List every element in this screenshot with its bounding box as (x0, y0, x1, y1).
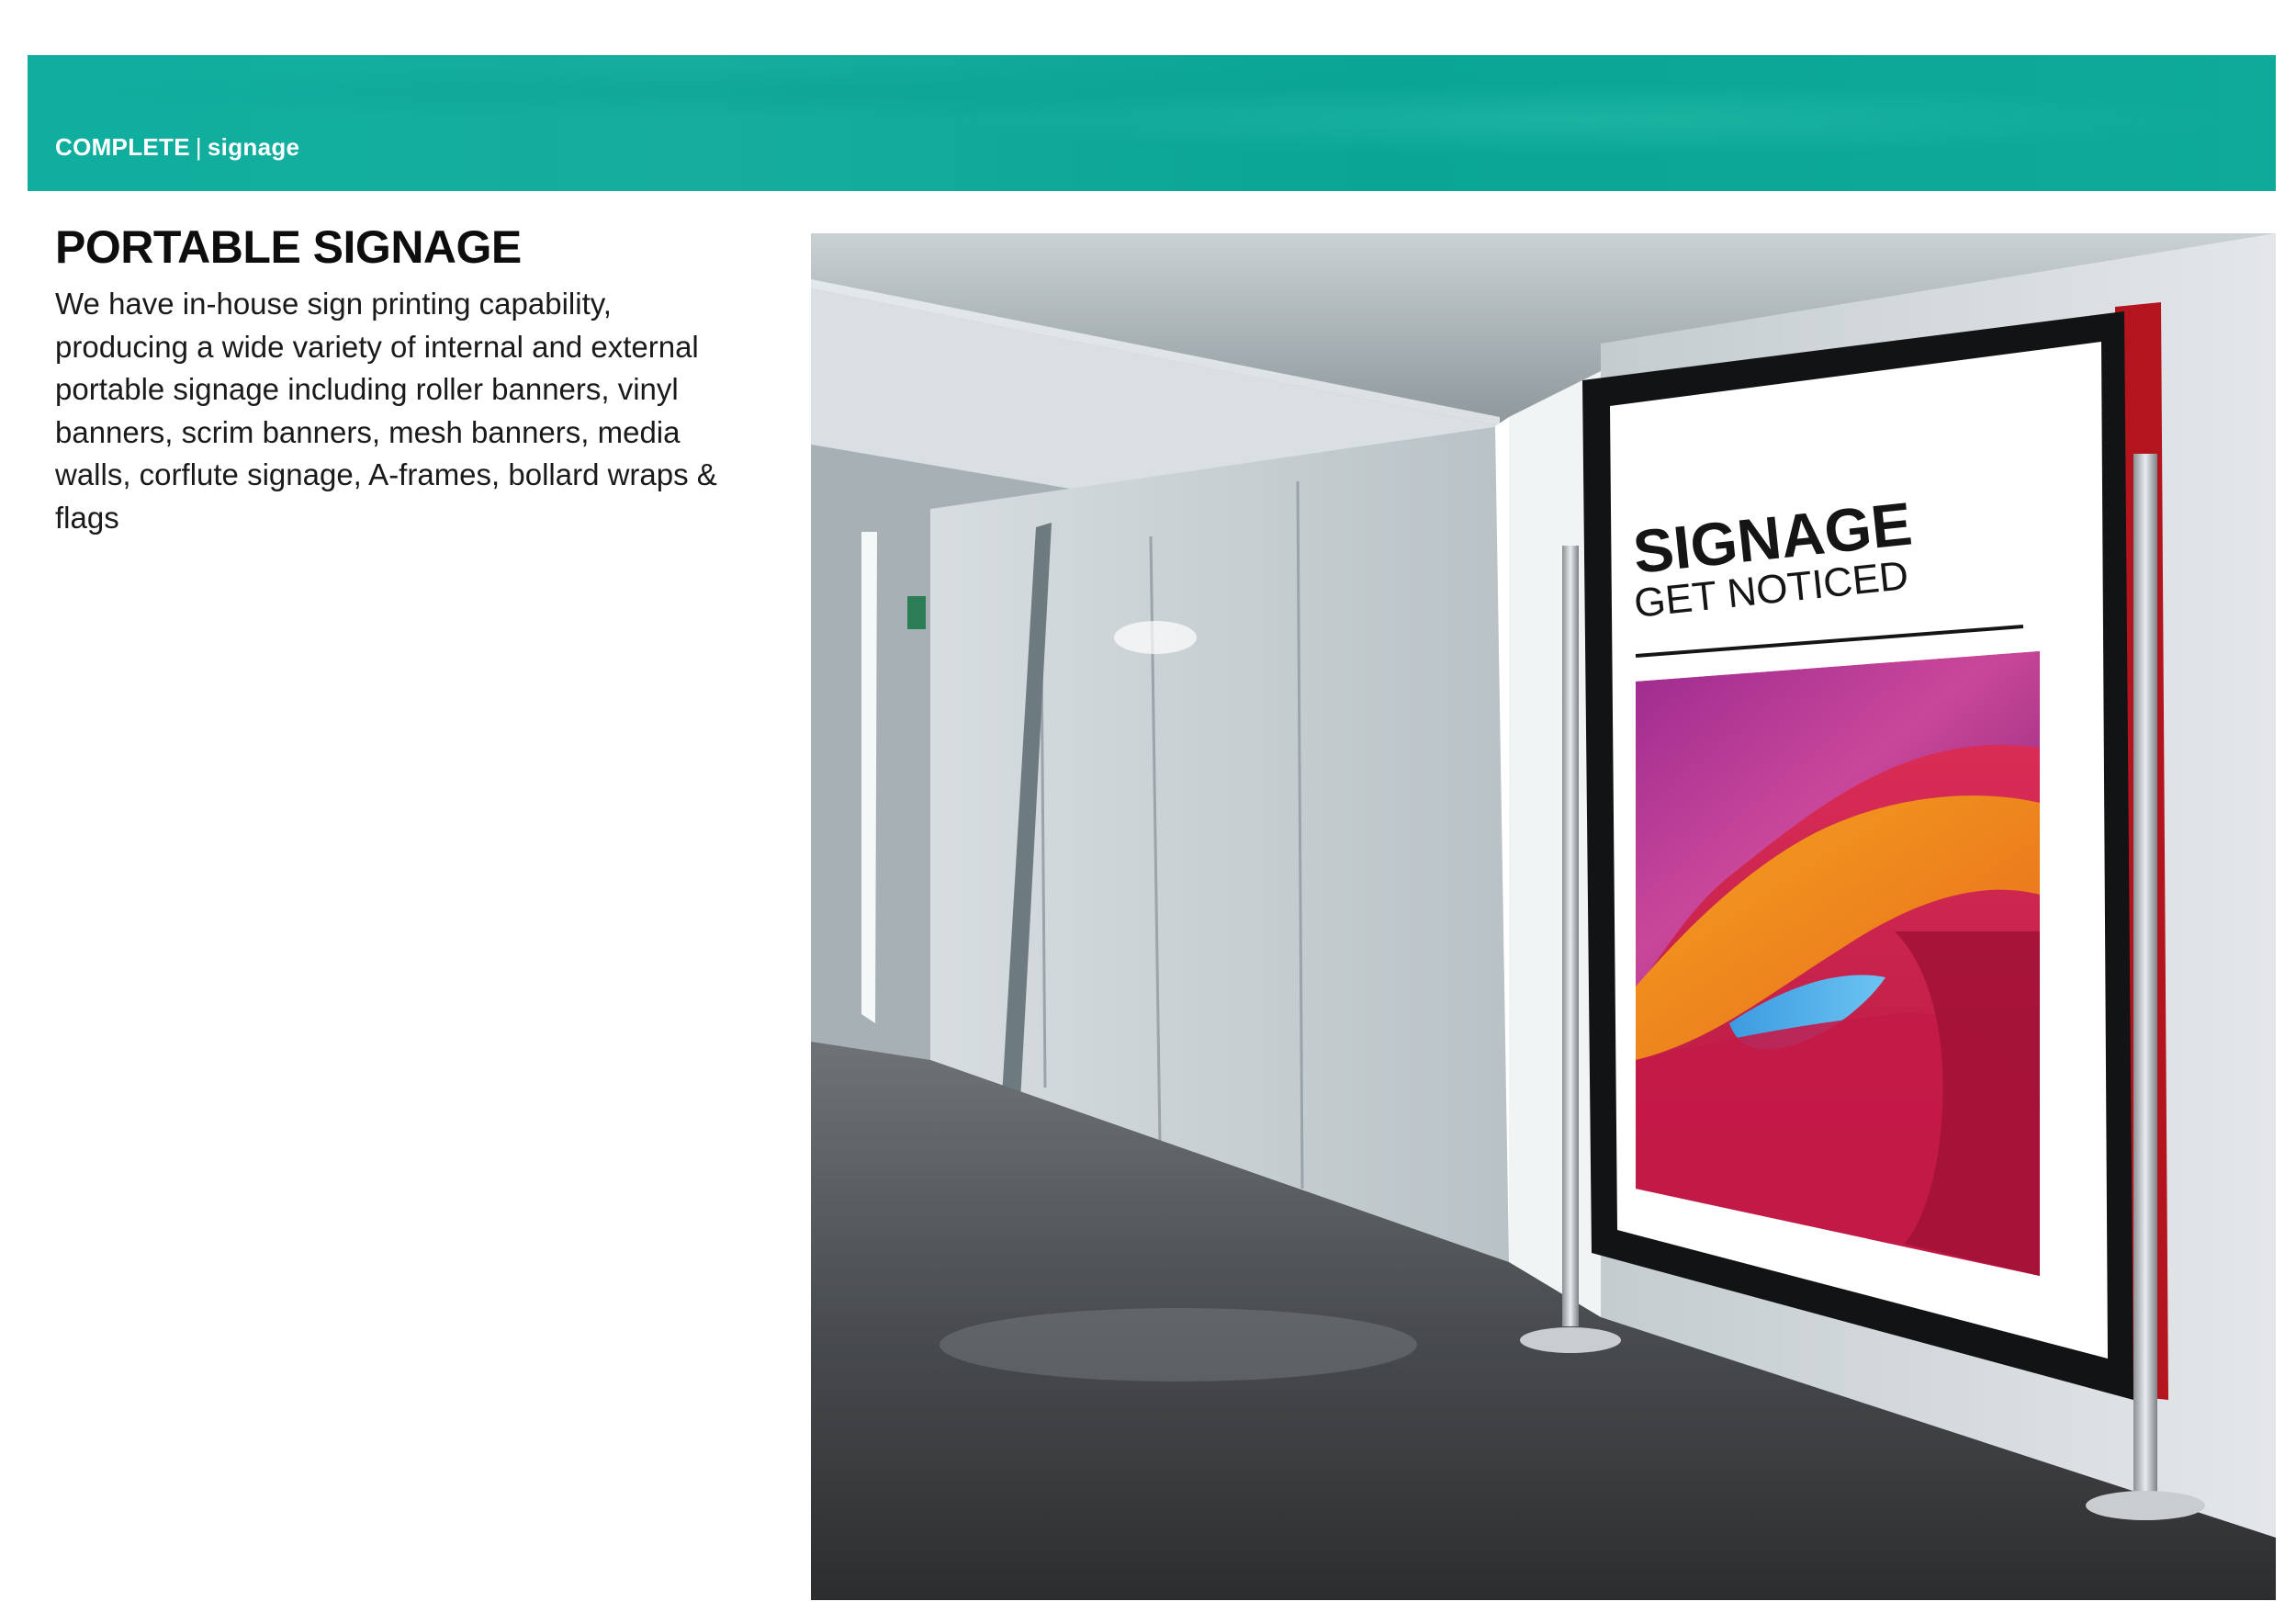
left-bollard-base (1520, 1327, 1621, 1353)
corridor-light-strip (861, 532, 877, 1023)
signage-photo: SIGNAGE GET NOTICED (811, 233, 2276, 1600)
header-separator: | (195, 133, 202, 161)
canyon-artwork (1636, 651, 2040, 1276)
section-name: signage (207, 133, 300, 161)
page-title: PORTABLE SIGNAGE (55, 221, 522, 273)
floor-reflection (940, 1308, 1417, 1382)
left-bollard (1562, 546, 1579, 1326)
exit-sign (907, 596, 926, 629)
header-band: COMPLETE | signage (28, 55, 2276, 191)
header-label: COMPLETE | signage (55, 133, 299, 162)
right-bollard (2133, 454, 2157, 1492)
right-bollard-base (2086, 1491, 2205, 1520)
brand-name: COMPLETE (55, 133, 190, 161)
body-text: We have in-house sign printing capabilit… (55, 287, 717, 535)
header-brush-texture (28, 55, 2276, 191)
wall-highlight (1114, 621, 1197, 654)
